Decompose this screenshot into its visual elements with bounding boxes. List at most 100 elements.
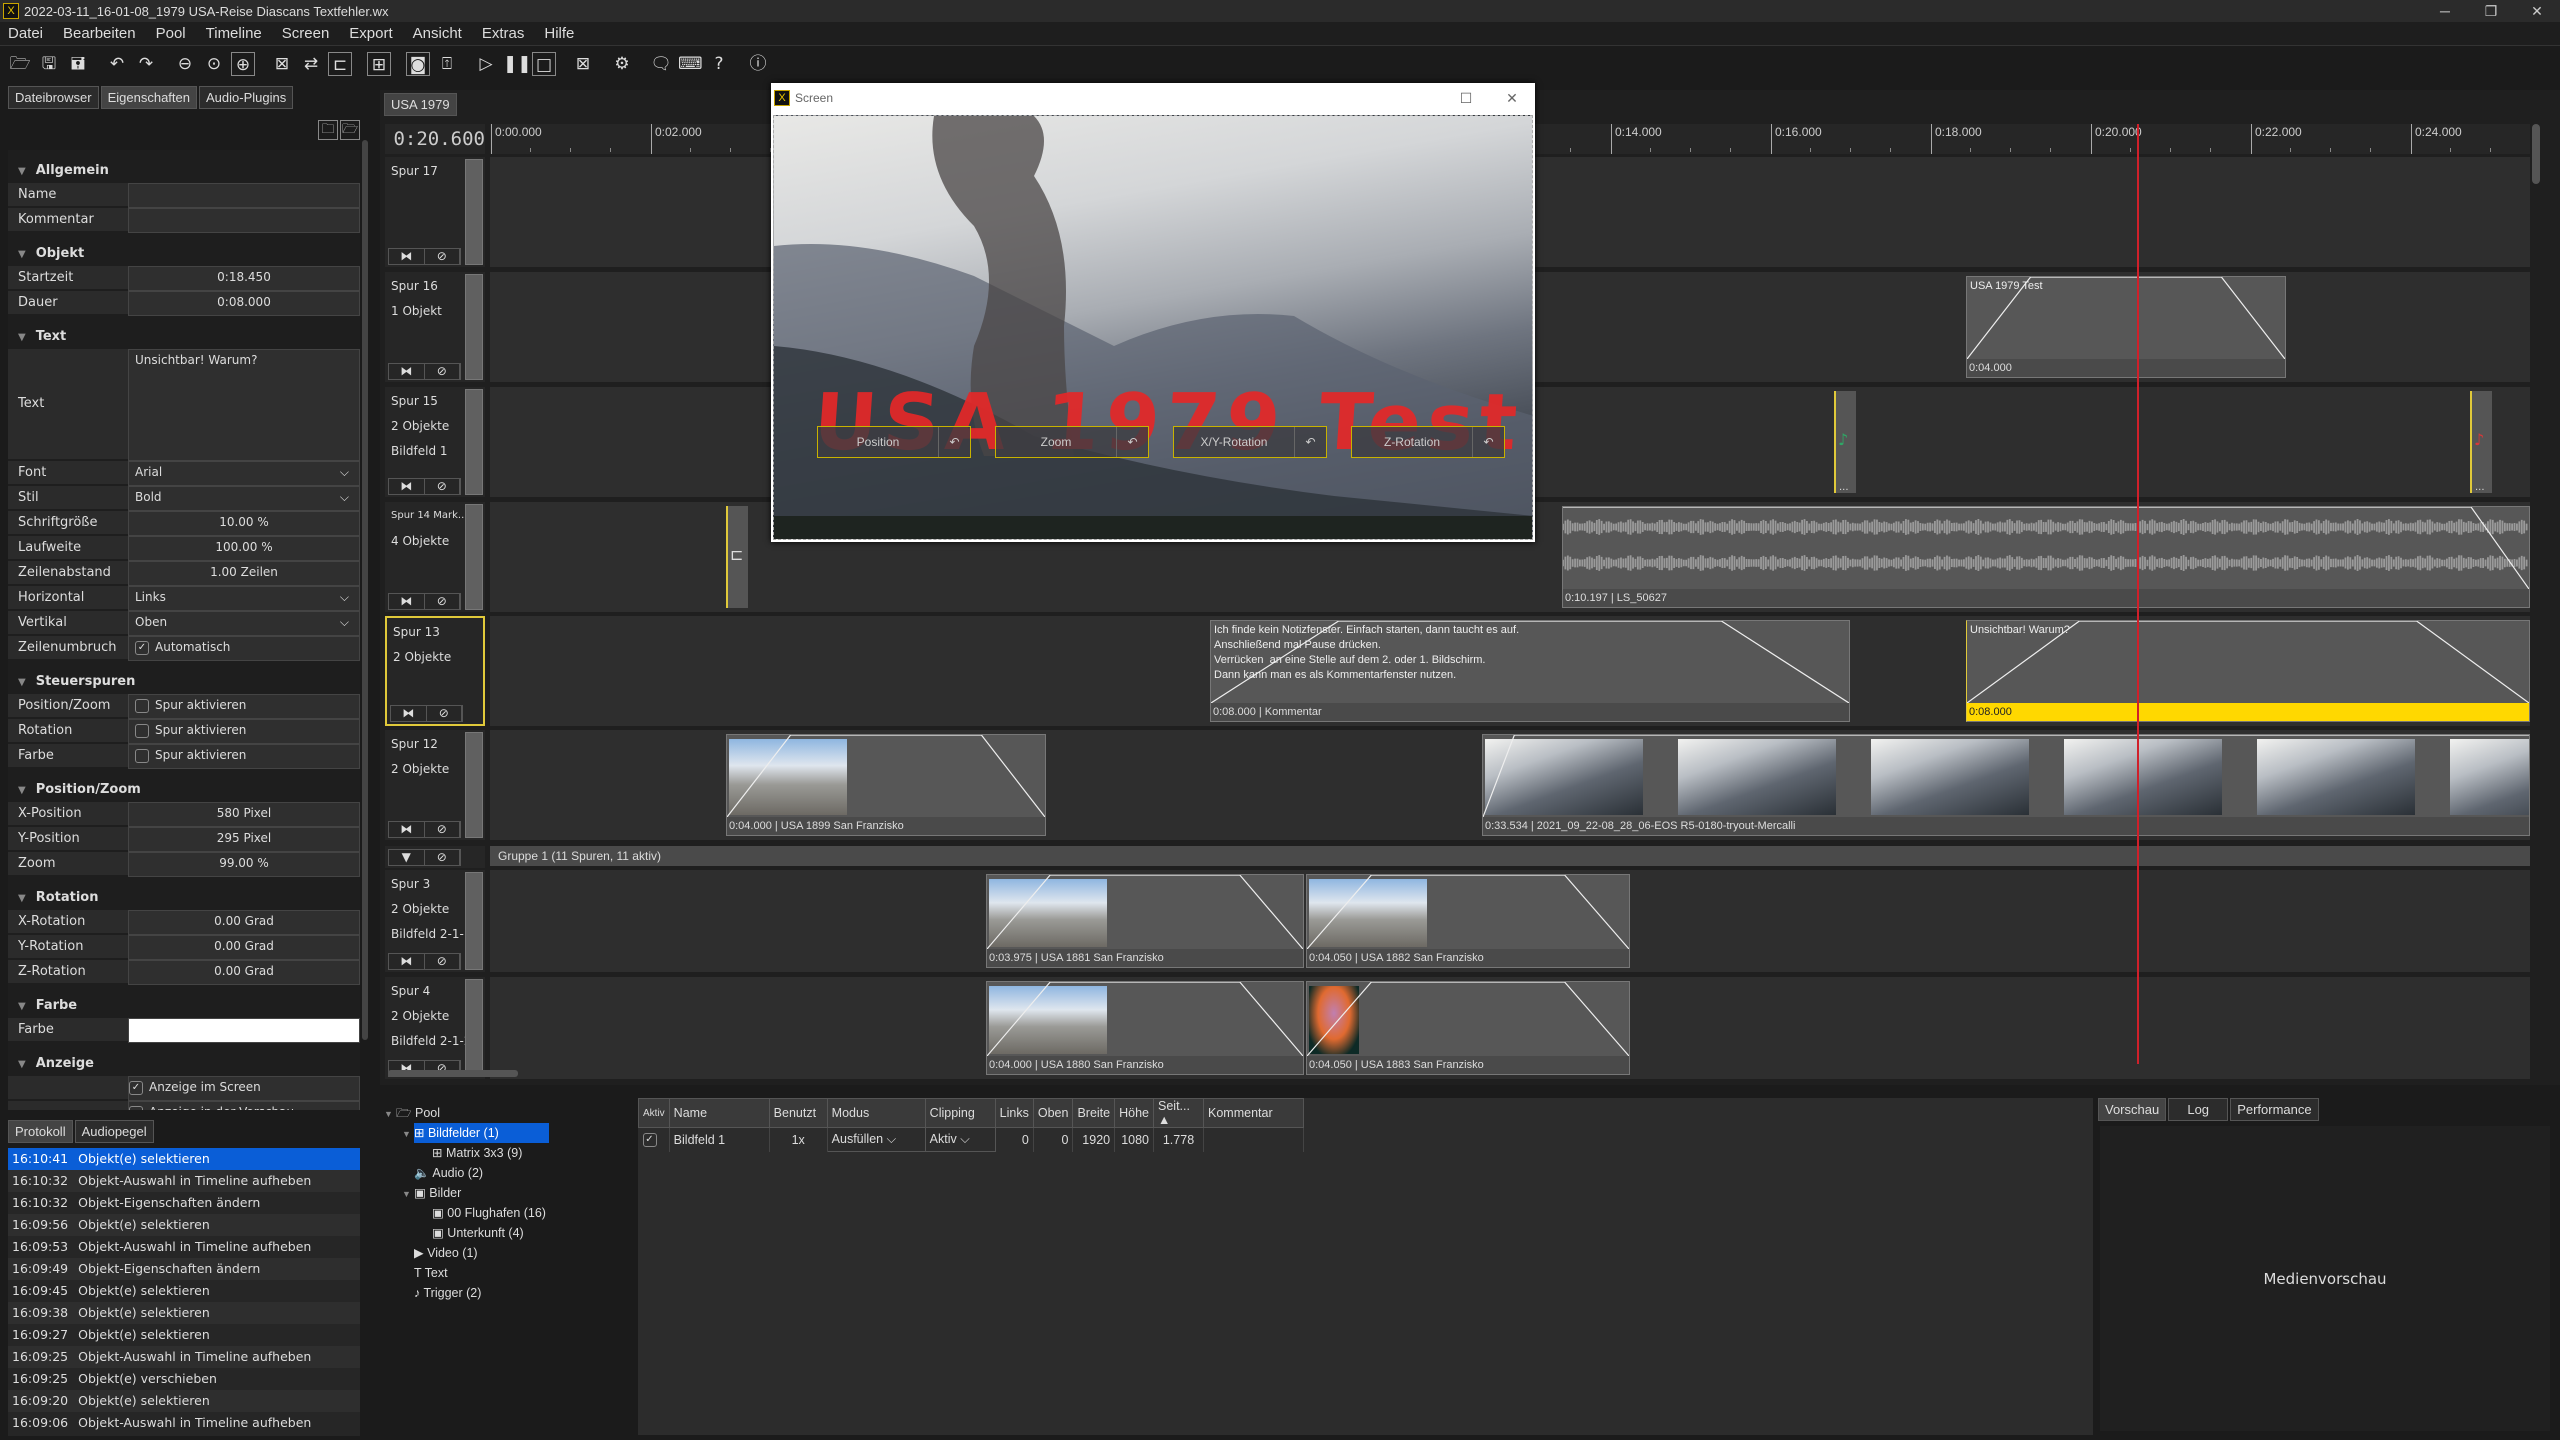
- property-value-zrotation[interactable]: 0.00 Grad: [128, 960, 360, 985]
- track-level-bar[interactable]: [465, 159, 483, 265]
- screen-icon[interactable]: ◙: [406, 52, 430, 76]
- section-rotation[interactable]: ▼ Rotation: [8, 885, 360, 910]
- info-icon[interactable]: ⓘ: [746, 52, 770, 76]
- solo-icon[interactable]: ⧓: [389, 822, 425, 837]
- pool-item[interactable]: ▣ 00 Flughafen (16): [380, 1203, 630, 1223]
- property-value-text[interactable]: Unsichtbar! Warum?: [128, 349, 360, 461]
- property-value-anzeigeindervorschau[interactable]: Anzeige in der Vorschau: [128, 1101, 360, 1110]
- pool-item[interactable]: ▣ Unterkunft (4): [380, 1223, 630, 1243]
- tab-vorschau[interactable]: Vorschau: [2098, 1098, 2167, 1121]
- column-header-breite[interactable]: Breite: [1072, 1098, 1116, 1128]
- save-icon[interactable]: 🖫: [37, 52, 61, 76]
- expand-triangle-icon[interactable]: ▼: [384, 1104, 396, 1124]
- control-position[interactable]: Position ↶: [817, 426, 971, 458]
- column-header-seit[interactable]: Seit... ▲: [1153, 1098, 1204, 1128]
- more-icon[interactable]: ...: [2475, 482, 2485, 493]
- track-header[interactable]: Spur 17 ⧓ ⊘: [385, 157, 485, 267]
- fade-envelope[interactable]: [1307, 875, 1629, 949]
- track-header[interactable]: Spur 16 1 Objekt ⧓ ⊘: [385, 272, 485, 382]
- menu-screen[interactable]: Screen: [274, 25, 338, 42]
- log-entry[interactable]: 16:10:32 Objekt-Auswahl in Timeline aufhe…: [8, 1170, 360, 1192]
- log-entry[interactable]: 16:09:25 Objekt(e) verschieben: [8, 1368, 360, 1390]
- chevron-down-icon[interactable]: ⌵: [340, 612, 349, 633]
- timeline-horizontal-scrollbar[interactable]: [388, 1070, 518, 1077]
- open-folder-icon[interactable]: 🗁: [340, 120, 360, 140]
- close-icon[interactable]: ✕: [2514, 3, 2560, 20]
- menu-timeline[interactable]: Timeline: [198, 25, 270, 42]
- settings-icon[interactable]: ⚙: [610, 52, 634, 76]
- group-bar[interactable]: Gruppe 1 (11 Spuren, 11 aktiv): [490, 846, 2530, 866]
- menu-extras[interactable]: Extras: [474, 25, 533, 42]
- text-clip[interactable]: Ich finde kein Notizfenster. Einfach sta…: [1210, 620, 1850, 722]
- track-level-bar[interactable]: [465, 274, 483, 380]
- control-zrotation[interactable]: Z-Rotation ↶: [1351, 426, 1505, 458]
- pool-item-body[interactable]: ⊞ Bildfelder (1): [414, 1123, 549, 1143]
- timeline-vertical-scrollbar[interactable]: [2532, 124, 2540, 184]
- stop-icon[interactable]: □: [532, 52, 556, 76]
- section-text[interactable]: ▼ Text: [8, 324, 360, 349]
- log-entry[interactable]: 16:09:25 Objekt-Auswahl in Timeline aufhe…: [8, 1346, 360, 1368]
- image-clip[interactable]: 0:04.050 | USA 1882 San Franzisko: [1306, 874, 1630, 968]
- property-value-vertikal[interactable]: Oben ⌵: [128, 611, 360, 636]
- property-value-stil[interactable]: Bold ⌵: [128, 486, 360, 511]
- section-objekt[interactable]: ▼ Objekt: [8, 241, 360, 266]
- column-header-name[interactable]: Name: [668, 1098, 770, 1128]
- close-box-icon[interactable]: ⊠: [571, 52, 595, 76]
- tab-protokoll[interactable]: Protokoll: [8, 1120, 73, 1143]
- column-header-hhe[interactable]: Höhe: [1114, 1098, 1154, 1128]
- pool-item[interactable]: ♪ Trigger (2): [380, 1283, 630, 1303]
- track-level-bar[interactable]: [465, 389, 483, 495]
- restore-icon[interactable]: ❐: [2468, 3, 2514, 20]
- property-value-schriftgre[interactable]: 10.00 %: [128, 511, 360, 536]
- menu-export[interactable]: Export: [341, 25, 400, 42]
- pool-item[interactable]: ▶ Video (1): [380, 1243, 630, 1263]
- checkbox[interactable]: [129, 1105, 143, 1110]
- log-entry[interactable]: 16:09:49 Objekt-Eigenschaften ändern: [8, 1258, 360, 1280]
- trigger-clip[interactable]: ♪...: [1834, 391, 1856, 493]
- track-header[interactable]: Spur 32 Objekte Bildfeld 2-1-1 ⧓ ⊘: [385, 870, 485, 972]
- log-entry[interactable]: 16:09:56 Objekt(e) selektieren: [8, 1214, 360, 1236]
- fade-envelope[interactable]: [1307, 982, 1629, 1056]
- chevron-down-icon[interactable]: ⌵: [340, 487, 349, 508]
- log-entry[interactable]: 16:09:06 Objekt-Auswahl in Timeline aufhe…: [8, 1412, 360, 1434]
- image-clip[interactable]: 0:03.975 | USA 1881 San Franzisko: [986, 874, 1304, 968]
- reset-icon[interactable]: ↶: [1116, 427, 1148, 457]
- pause-icon[interactable]: ❚❚: [503, 52, 532, 76]
- clipping-select[interactable]: Aktiv ⌵: [924, 1127, 996, 1152]
- track-level-bar[interactable]: [465, 979, 483, 1077]
- column-header-oben[interactable]: Oben: [1032, 1098, 1074, 1128]
- magnet-icon[interactable]: ⊏: [328, 52, 352, 76]
- track-lane[interactable]: 0:04.000 | USA 1880 San Franzisko 0:04.05…: [490, 977, 2530, 1079]
- pool-item-body[interactable]: ♪ Trigger (2): [414, 1286, 481, 1300]
- property-value-farbe[interactable]: [128, 1018, 360, 1043]
- property-value-zeilenumbruch[interactable]: ✓ Automatisch: [128, 636, 360, 661]
- log-entry[interactable]: 16:09:45 Objekt(e) selektieren: [8, 1280, 360, 1302]
- solo-icon[interactable]: ⧓: [389, 594, 425, 609]
- track-level-bar[interactable]: [465, 732, 483, 838]
- mute-icon[interactable]: ⊘: [425, 850, 460, 865]
- trigger-clip[interactable]: ♪...: [2470, 391, 2492, 493]
- collapse-triangle-icon[interactable]: ▼: [389, 850, 425, 865]
- tab-audio-plugins[interactable]: Audio-Plugins: [199, 86, 294, 109]
- undo-icon[interactable]: ↶: [105, 52, 129, 76]
- section-steuerspuren[interactable]: ▼ Steuerspuren: [8, 669, 360, 694]
- zoom-in-icon[interactable]: ⊕: [231, 52, 255, 76]
- pool-item-body[interactable]: ▣ Unterkunft (4): [432, 1226, 524, 1240]
- collapse-triangle-icon[interactable]: ▼: [18, 893, 26, 904]
- mute-icon[interactable]: ⊘: [425, 364, 460, 379]
- pool-item[interactable]: ⊞ Matrix 3x3 (9): [380, 1143, 630, 1163]
- column-header-benutzt[interactable]: Benutzt: [768, 1098, 828, 1128]
- track-header[interactable]: Spur 14 Mark... 4 Objekte ⧓ ⊘: [385, 502, 485, 612]
- swap-icon[interactable]: ⇄: [299, 52, 323, 76]
- table-row[interactable]: ✓ Bildfeld 1 1x Ausfüllen ⌵ Aktiv ⌵ 0 0 1920 108…: [638, 1127, 1304, 1152]
- control-zoom[interactable]: Zoom ↶: [995, 426, 1149, 458]
- track-level-bar[interactable]: [465, 504, 483, 610]
- pool-item-body[interactable]: 🔈 Audio (2): [414, 1166, 483, 1180]
- screen-preview-image[interactable]: USA 1979 Test Position ↶ Zoom ↶ X/Y-Rotation…: [773, 115, 1533, 540]
- section-allgemein[interactable]: ▼ Allgemein: [8, 158, 360, 183]
- chevron-down-icon[interactable]: ⌵: [340, 462, 349, 483]
- pool-item[interactable]: T Text: [380, 1263, 630, 1283]
- zoom-out-icon[interactable]: ⊖: [173, 52, 197, 76]
- log-entry[interactable]: 16:09:53 Objekt-Auswahl in Timeline aufhe…: [8, 1236, 360, 1258]
- collapse-triangle-icon[interactable]: ▼: [18, 677, 26, 688]
